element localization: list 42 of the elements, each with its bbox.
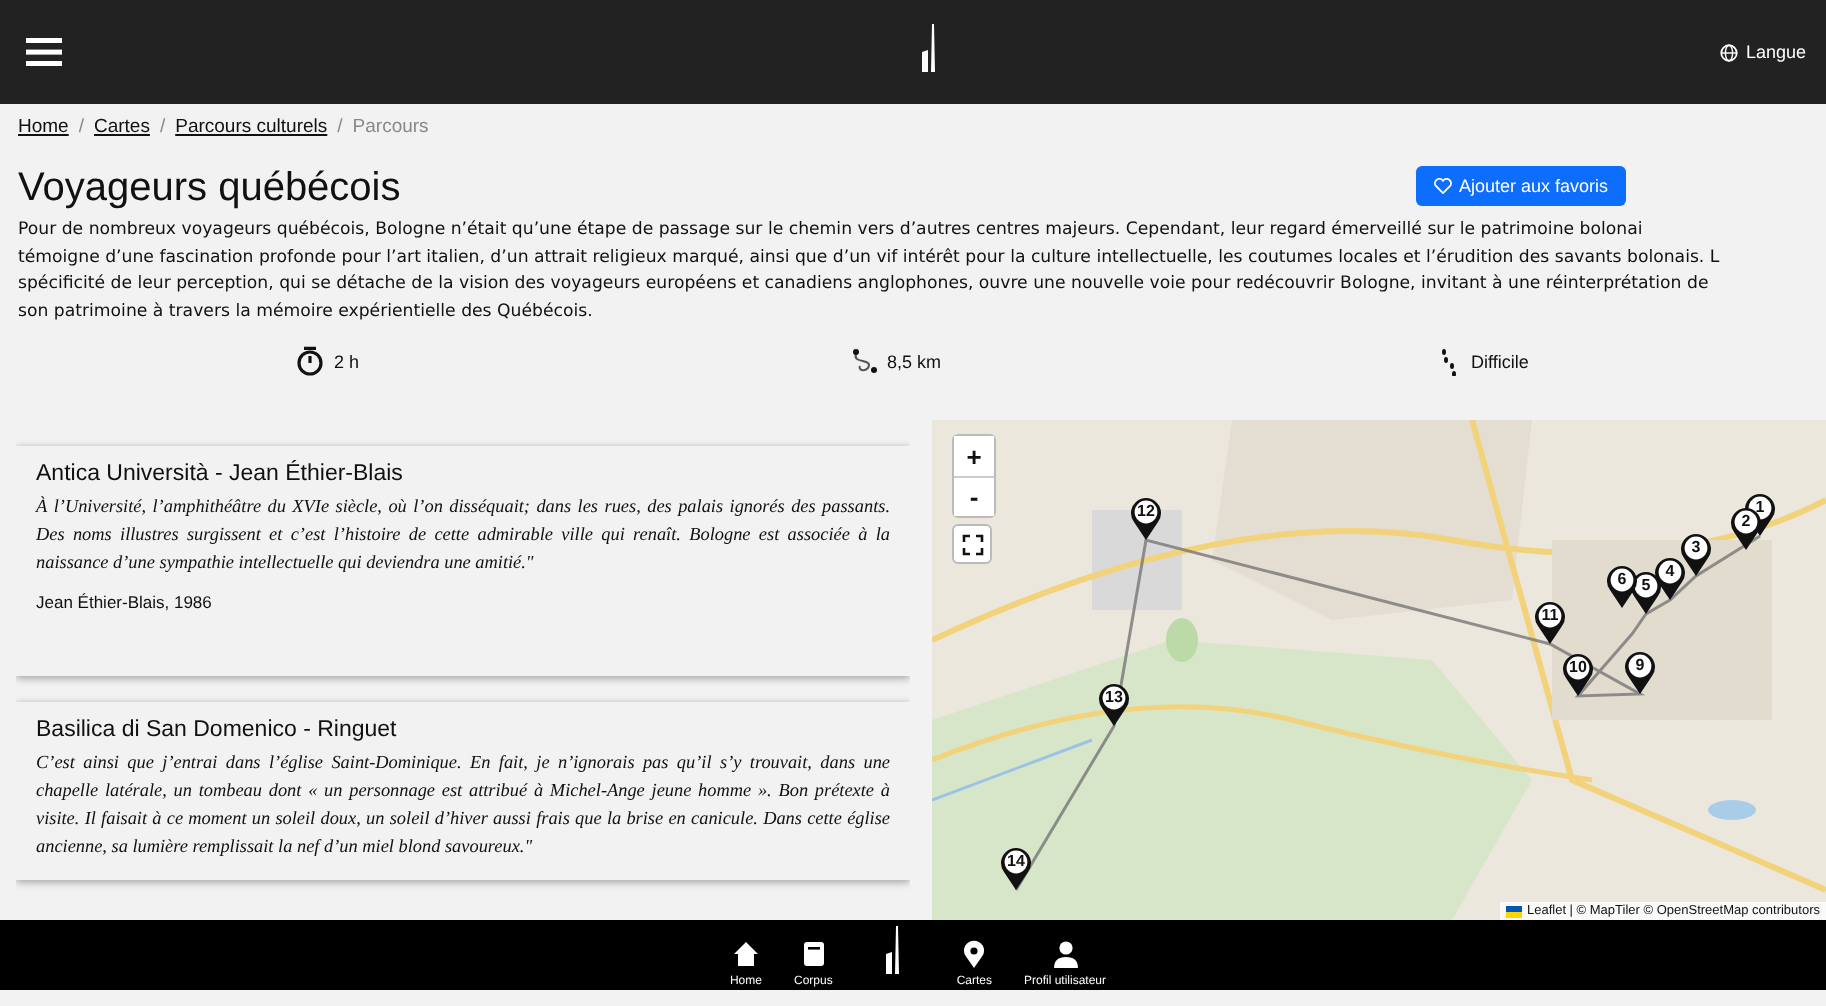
zoom-out-button[interactable]: -	[954, 476, 994, 516]
route-icon	[849, 346, 880, 376]
map-marker[interactable]: 14	[1000, 846, 1032, 892]
map-marker[interactable]: 10	[1562, 652, 1594, 698]
breadcrumb-link[interactable]: Cartes	[93, 116, 150, 138]
globe-icon	[1719, 43, 1738, 61]
quote-text: C’est ainsi que j’entrai dans l’église Saint-Dominique. En fait, je n’ignorais pas qu’il s’y trouvait, dans une chapelle latérale, un tombeau dont « un personnage est attribué à Michel-Ange jeune homme ». Bon prétexte à visite. Il faisait à ce moment un soleil doux, un soleil d’hiver aussi frais que la brise en canicule. Dans cette église ancienne, sa lumière remplissait la nef d’un miel blond savoureux."	[36, 750, 890, 860]
breadcrumb-separator: /	[78, 116, 84, 138]
card-title: Antica Università - Jean Éthier-Blais	[36, 462, 405, 486]
home-icon	[731, 940, 760, 968]
page-title: Voyageurs québécois	[18, 166, 401, 212]
flag-icon	[1506, 905, 1523, 917]
user-icon	[1051, 940, 1079, 968]
card-title: Basilica di San Domenico - Ringuet	[36, 718, 399, 742]
book-icon	[799, 940, 828, 968]
map-marker[interactable]: 9	[1624, 650, 1656, 696]
breadcrumb-link[interactable]: Parcours culturels	[175, 116, 328, 138]
quote-text: À l’Université, l’amphithéâtre du XVIe siècle, où l’on disséquait; dans les rues, des palais ignorés des passants. Des noms illustres surgissent et c’est l’histoire de cette admirable ville qui renaît. Bologne est associée à la naissance d’une sympathie intellectuelle qui deviendra une amitié."	[36, 494, 890, 576]
stat-value: 8,5 km	[887, 351, 942, 371]
map-marker[interactable]: 12	[1130, 496, 1162, 542]
add-favorites-button[interactable]: Ajouter aux favoris	[1416, 165, 1626, 205]
breadcrumb-link[interactable]: Home	[18, 116, 69, 138]
stat-value: Difficile	[1471, 351, 1529, 371]
map-marker[interactable]: 11	[1534, 600, 1566, 646]
stat-value: 2 h	[334, 351, 360, 371]
map-marker[interactable]: 3	[1680, 532, 1712, 578]
menu-icon[interactable]	[26, 38, 62, 66]
heart-icon	[1434, 177, 1453, 193]
fullscreen-icon	[961, 533, 983, 555]
language-menu[interactable]: Langue	[1745, 42, 1806, 62]
breadcrumb-separator: /	[337, 116, 343, 138]
map-marker[interactable]: 13	[1098, 682, 1130, 728]
fullscreen-button[interactable]	[952, 524, 992, 564]
tower-logo-icon	[884, 926, 905, 974]
description: Pour de nombreux voyageurs québécois, Bologne n’était qu’une étape de passage sur le chemin vers d’autres centres majeurs. Cependant, leur regard émerveillé sur le patrimoine bolonai témoigne d’une fascination profonde pour l’art italien, d’un attrait religieux marqué, ainsi que d’un vif intérêt pour la culture intellectuelle, les coutumes locales et l’érudition des savants bolonais. L spécificité de leur perception, qui se détache de la vision des voyageurs européens et canadiens anglophones, ouvre une nouvelle voie pour redécouvrir Bologne, invitant à une réinterprétation de son patrimoine à travers la mémoire expérientielle des Québécois.	[18, 218, 1722, 325]
location-pin-icon	[960, 940, 989, 968]
tower-logo-icon	[920, 23, 941, 71]
breadcrumb-separator: /	[159, 116, 166, 138]
breadcrumb-current: Parcours	[352, 116, 429, 138]
stopwatch-icon	[296, 346, 326, 376]
map-marker[interactable]: 6	[1606, 564, 1638, 610]
quote-source: Jean Éthier-Blais, 1986	[36, 592, 214, 612]
